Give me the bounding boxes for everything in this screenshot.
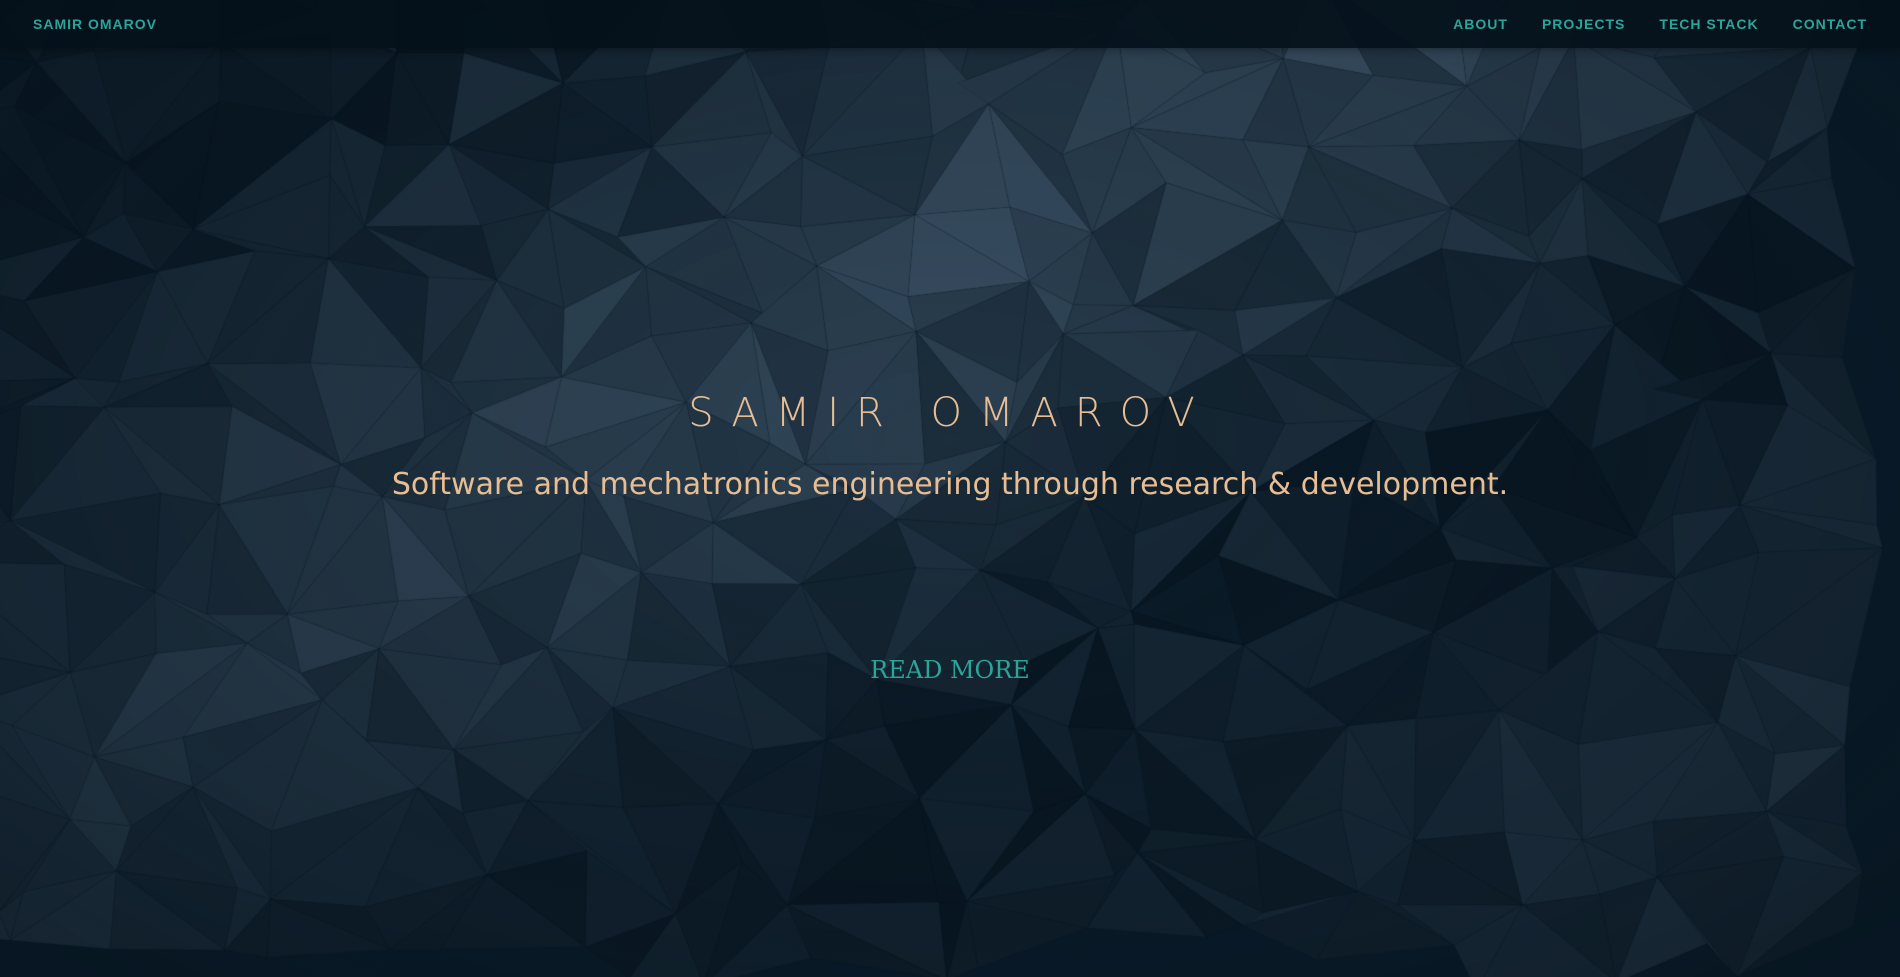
nav-link-tech-stack[interactable]: TECH STACK [1659,16,1758,32]
nav-links: ABOUT PROJECTS TECH STACK CONTACT [1453,16,1867,32]
hero-section: SAMIR OMAROV Software and mechatronics e… [0,0,1900,977]
brand-link[interactable]: SAMIR OMAROV [33,16,157,32]
hero-title: SAMIR OMAROV [688,390,1212,436]
read-more-link[interactable]: READ MORE [0,656,1900,684]
read-more-label[interactable]: READ MORE [870,656,1030,684]
nav-link-contact[interactable]: CONTACT [1793,16,1867,32]
nav-link-about[interactable]: ABOUT [1453,16,1508,32]
top-navbar: SAMIR OMAROV ABOUT PROJECTS TECH STACK C… [0,0,1900,48]
hero-subtitle: Software and mechatronics engineering th… [391,467,1509,502]
nav-link-projects[interactable]: PROJECTS [1542,16,1625,32]
